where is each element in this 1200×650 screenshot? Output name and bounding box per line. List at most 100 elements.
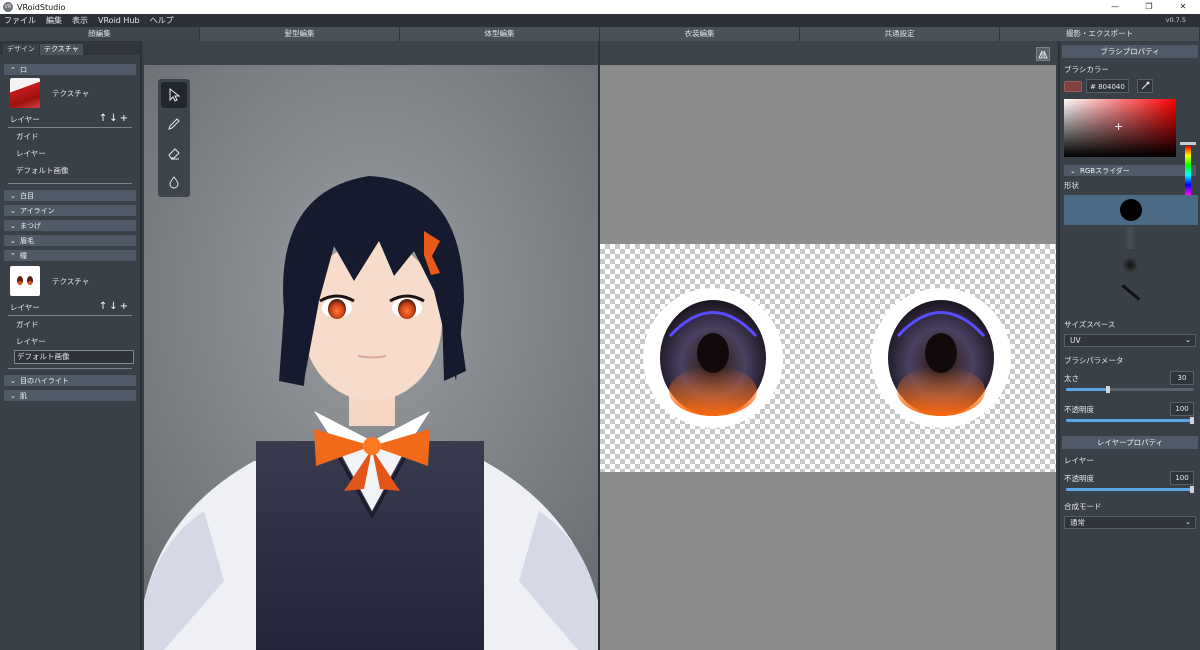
section-title: まつげ — [20, 221, 41, 230]
chevron-down-icon: ⌄ — [10, 206, 16, 215]
chevron-down-icon: ⌄ — [10, 221, 16, 230]
layer-properties-title: レイヤープロパティ — [1062, 436, 1198, 449]
section-eye-highlight-header[interactable]: ⌄ 目のハイライト — [4, 375, 136, 386]
close-button[interactable]: ✕ — [1166, 0, 1200, 14]
chevron-up-icon: ⌃ — [10, 65, 16, 74]
section-skin-header[interactable]: ⌄ 肌 — [4, 390, 136, 401]
rgb-slider-label: RGBスライダー — [1080, 166, 1130, 175]
brush-color-swatch[interactable] — [1064, 80, 1082, 92]
layer-title: レイヤー — [10, 302, 40, 312]
layer-title: レイヤー — [10, 114, 40, 124]
paint-tool-palette — [158, 79, 190, 197]
layer-item-guide[interactable]: ガイド — [0, 128, 140, 145]
blend-mode-select[interactable]: 通常 ⌄ — [1064, 516, 1196, 529]
drop-icon — [169, 176, 179, 189]
pen-icon — [168, 118, 180, 130]
menu-help[interactable]: ヘルプ — [150, 15, 174, 26]
hue-slider-handle[interactable] — [1180, 142, 1196, 145]
section-mouth-header[interactable]: ⌃ 口 — [4, 64, 136, 75]
pen-tool[interactable] — [161, 111, 187, 137]
blend-mode-value: 通常 — [1070, 518, 1085, 527]
menu-file[interactable]: ファイル — [4, 15, 36, 26]
minimize-button[interactable]: — — [1098, 0, 1132, 14]
brush-shape-soft-vertical[interactable] — [1124, 227, 1136, 249]
chevron-down-icon: ⌄ — [1185, 336, 1191, 344]
layer-move-add-icons[interactable]: ↑↓+ — [99, 113, 130, 124]
section-eye-header[interactable]: ⌃ 瞳 — [4, 250, 136, 261]
layer-item-default-image-selected[interactable]: デフォルト画像 — [14, 350, 134, 364]
slider-fill — [1066, 488, 1194, 491]
menu-edit[interactable]: 編集 — [46, 15, 62, 26]
menu-view[interactable]: 表示 — [72, 15, 88, 26]
opacity-field[interactable]: 100 — [1170, 402, 1194, 416]
slider-handle[interactable] — [1190, 486, 1194, 493]
brush-shape-hard-round-selected[interactable] — [1064, 195, 1198, 225]
size-space-select[interactable]: UV ⌄ — [1064, 334, 1196, 347]
layer-move-add-icons[interactable]: ↑↓+ — [99, 301, 130, 312]
tab-face-edit[interactable]: 顔編集 — [0, 27, 200, 41]
texture-uv-panel[interactable] — [600, 41, 1056, 650]
window-title: VRoidStudio — [17, 2, 66, 12]
texture-label: テクスチャ — [52, 276, 90, 286]
select-tool[interactable] — [161, 82, 187, 108]
tab-body-edit[interactable]: 体型編集 — [400, 27, 600, 41]
section-title: 白目 — [20, 191, 34, 200]
eyedropper-button[interactable] — [1136, 79, 1153, 93]
eyedropper-icon — [1141, 81, 1150, 90]
eraser-tool[interactable] — [161, 140, 187, 166]
eye-texture-row[interactable]: テクスチャ — [0, 263, 140, 299]
slider-fill — [1066, 388, 1109, 391]
symmetry-icon — [1038, 50, 1048, 59]
tab-outfit-edit[interactable]: 衣装編集 — [600, 27, 800, 41]
layer-opacity-slider[interactable] — [1066, 486, 1194, 493]
uv-view-toggle-button[interactable] — [1036, 47, 1050, 61]
character-model-render — [144, 65, 598, 650]
model-viewport[interactable] — [144, 41, 598, 650]
section-eyeline-header[interactable]: ⌄ アイライン — [4, 205, 136, 216]
brush-shape-soft-round[interactable] — [1122, 257, 1138, 273]
mode-tabs: 顔編集 髪型編集 体型編集 衣装編集 共通設定 撮影・エクスポート — [0, 27, 1200, 41]
layer-opacity-field[interactable]: 100 — [1170, 471, 1194, 485]
saturation-value-picker[interactable]: + — [1064, 99, 1176, 157]
brush-color-label: ブラシカラー — [1064, 65, 1109, 74]
brush-shape-line[interactable] — [1121, 284, 1141, 301]
section-title: アイライン — [20, 206, 55, 215]
layer-item-default-image[interactable]: デフォルト画像 — [0, 162, 140, 179]
section-white-eye-header[interactable]: ⌄ 白目 — [4, 190, 136, 201]
opacity-slider[interactable] — [1066, 417, 1194, 424]
thickness-field[interactable]: 30 — [1170, 371, 1194, 385]
mouth-texture-thumbnail — [10, 78, 40, 108]
mouth-texture-row[interactable]: テクスチャ — [0, 75, 140, 111]
size-space-label: サイズスペース — [1064, 320, 1116, 329]
slider-handle[interactable] — [1106, 386, 1111, 393]
eye-texture-thumbnail — [10, 266, 40, 296]
restore-button[interactable]: ❐ — [1132, 0, 1166, 14]
left-panel: デザイン テクスチャ ⌃ 口 テクスチャ レイヤー ↑↓+ ガイド レイヤー デ… — [0, 41, 142, 650]
chevron-down-icon: ⌄ — [1070, 166, 1076, 175]
section-title: 瞳 — [20, 251, 27, 260]
brush-shape-list — [1064, 195, 1198, 313]
texture-canvas[interactable] — [600, 244, 1056, 472]
fill-tool[interactable] — [161, 169, 187, 195]
right-panel: ブラシプロパティ ブラシカラー # 804040 + ⌄ RGBスライダー 形状… — [1058, 41, 1200, 650]
layer-item-layer[interactable]: レイヤー — [0, 145, 140, 162]
rgb-slider-header[interactable]: ⌄ RGBスライダー — [1064, 165, 1196, 176]
layer-item-layer[interactable]: レイヤー — [0, 333, 140, 350]
tab-texture[interactable]: テクスチャ — [40, 44, 83, 55]
brush-color-hex-field[interactable]: # 804040 — [1086, 79, 1129, 93]
menu-vroid-hub[interactable]: VRoid Hub — [98, 16, 140, 25]
size-space-value: UV — [1070, 336, 1081, 345]
layer-item-guide[interactable]: ガイド — [0, 316, 140, 333]
cursor-icon — [169, 88, 181, 102]
slider-handle[interactable] — [1190, 417, 1194, 424]
tab-hair-edit[interactable]: 髪型編集 — [200, 27, 400, 41]
section-eyelash-header[interactable]: ⌄ まつげ — [4, 220, 136, 231]
thickness-slider[interactable] — [1066, 386, 1194, 393]
uv-top-strip — [600, 41, 1056, 65]
menu-bar: ファイル 編集 表示 VRoid Hub ヘルプ v0.7.5 — [0, 14, 1200, 27]
tab-design[interactable]: デザイン — [3, 44, 39, 55]
picker-crosshair-icon: + — [1114, 120, 1124, 133]
tab-common-settings[interactable]: 共通設定 — [800, 27, 1000, 41]
section-eyebrow-header[interactable]: ⌄ 眉毛 — [4, 235, 136, 246]
tab-photo-export[interactable]: 撮影・エクスポート — [1000, 27, 1200, 41]
